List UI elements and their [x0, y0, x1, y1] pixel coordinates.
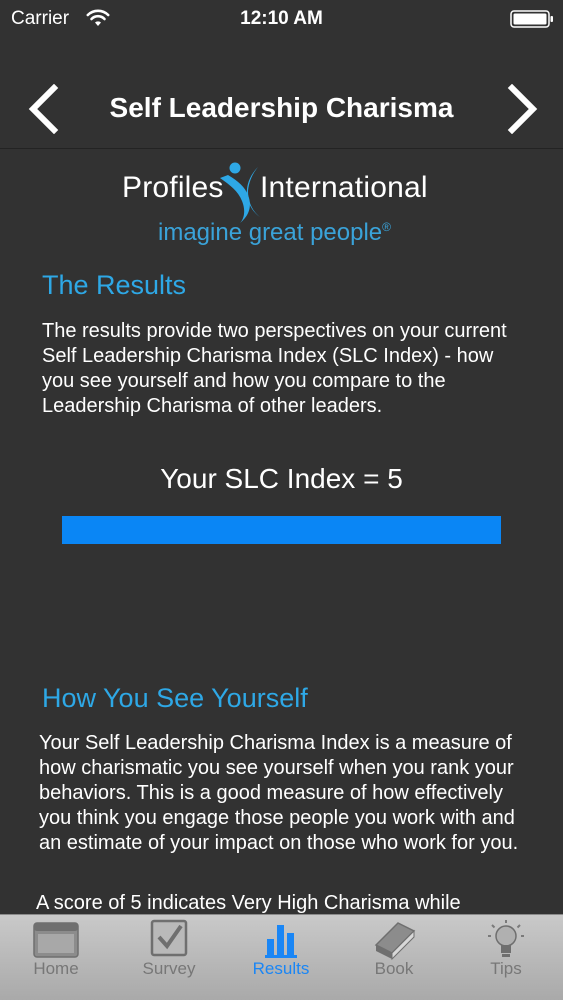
book-icon: [374, 922, 416, 961]
status-time: 12:10 AM: [240, 8, 323, 29]
self-view-description-continued: A score of 5 indicates Very High Charism…: [36, 892, 461, 914]
tab-book[interactable]: Book: [338, 915, 450, 1000]
registered-mark: ®: [382, 220, 391, 234]
logo-tagline-text: imagine great people: [158, 219, 383, 246]
battery-icon: [510, 10, 553, 28]
slc-index-label: Your SLC Index = 5: [160, 463, 403, 494]
tab-tips-label: Tips: [490, 959, 522, 978]
logo-name-right: International: [260, 171, 428, 204]
tab-home-label: Home: [33, 959, 79, 978]
checkbox-icon: [150, 919, 188, 957]
page-title: Self Leadership Charisma: [109, 92, 454, 123]
chevron-left-icon[interactable]: [24, 84, 64, 134]
self-view-description: Your Self Leadership Charisma Index is a…: [39, 732, 519, 854]
chevron-right-icon[interactable]: [502, 84, 542, 134]
bar-chart-icon: [265, 925, 297, 958]
tab-results-label: Results: [252, 959, 310, 978]
tab-bar: Home Survey Results Book Tips: [0, 914, 563, 1000]
profiles-international-logo: Profiles International imagine great peo…: [122, 161, 452, 251]
tab-survey-label: Survey: [142, 959, 196, 978]
tab-home[interactable]: Home: [0, 915, 112, 1000]
slc-index-bar-fill: [62, 516, 501, 544]
status-bar: Carrier 12:10 AM: [0, 0, 563, 40]
results-heading: The Results: [42, 270, 187, 300]
lightbulb-icon: [488, 920, 524, 957]
app-screen: Carrier 12:10 AM Self Leadership Charism…: [0, 0, 563, 1000]
tab-survey[interactable]: Survey: [113, 915, 225, 1000]
tab-book-label: Book: [374, 959, 414, 978]
tab-tips[interactable]: Tips: [450, 915, 562, 1000]
navigation-bar: Self Leadership Charisma: [0, 40, 563, 149]
logo-name-left: Profiles: [122, 171, 224, 204]
logo-tagline: imagine great people®: [158, 219, 391, 247]
how-you-see-yourself-heading: How You See Yourself: [42, 683, 308, 713]
results-content[interactable]: Profiles International imagine great peo…: [0, 149, 563, 914]
tab-results[interactable]: Results: [225, 915, 337, 1000]
window-icon: [33, 922, 79, 958]
person-figure-icon: [220, 162, 260, 223]
slc-index-bar: [62, 516, 501, 544]
results-description: The results provide two perspectives on …: [42, 320, 507, 417]
